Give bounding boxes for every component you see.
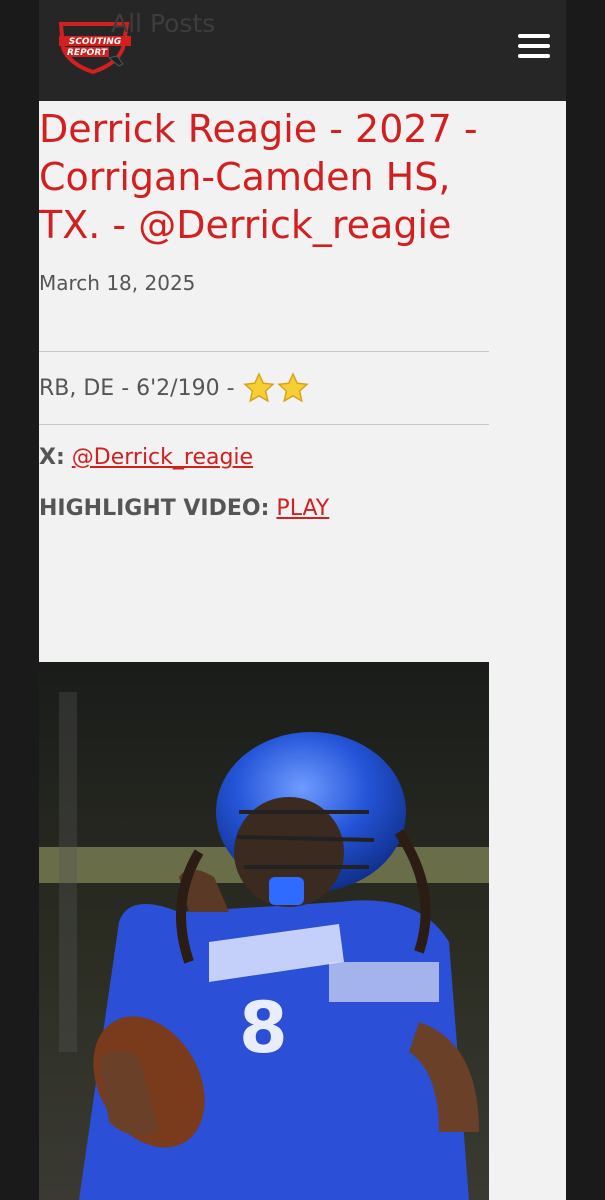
star-icon xyxy=(276,372,309,403)
x-handle-link[interactable]: @Derrick_reagie xyxy=(72,445,253,470)
divider xyxy=(39,424,489,425)
highlight-label: HIGHLIGHT VIDEO: xyxy=(39,496,270,521)
position-text: RB, DE - 6'2/190 - xyxy=(39,375,235,401)
post-title: Derrick Reagie - 2027 - Corrigan-Camden … xyxy=(39,107,478,247)
position-line: RB, DE - 6'2/190 - xyxy=(39,372,489,404)
jersey-number: 8 xyxy=(239,987,288,1069)
x-label: X: xyxy=(39,445,65,470)
play-link[interactable]: PLAY xyxy=(276,496,329,521)
hamburger-icon[interactable] xyxy=(518,34,550,62)
svg-text:SCOUTING: SCOUTING xyxy=(69,37,121,47)
post-date: March 18, 2025 xyxy=(39,271,196,295)
star-rating xyxy=(242,372,309,404)
post-content: Derrick Reagie - 2027 - Corrigan-Camden … xyxy=(39,101,489,521)
highlight-video-row: HIGHLIGHT VIDEO: PLAY xyxy=(39,496,489,521)
site-header: SCOUTING REPORT All Posts xyxy=(39,0,566,101)
star-icon xyxy=(242,372,275,403)
x-handle-row: X: @Derrick_reagie xyxy=(39,445,489,470)
all-posts-link[interactable]: All Posts xyxy=(111,9,215,38)
player-photo: 8 xyxy=(39,662,489,1200)
svg-text:REPORT: REPORT xyxy=(67,48,108,58)
divider xyxy=(39,351,489,352)
